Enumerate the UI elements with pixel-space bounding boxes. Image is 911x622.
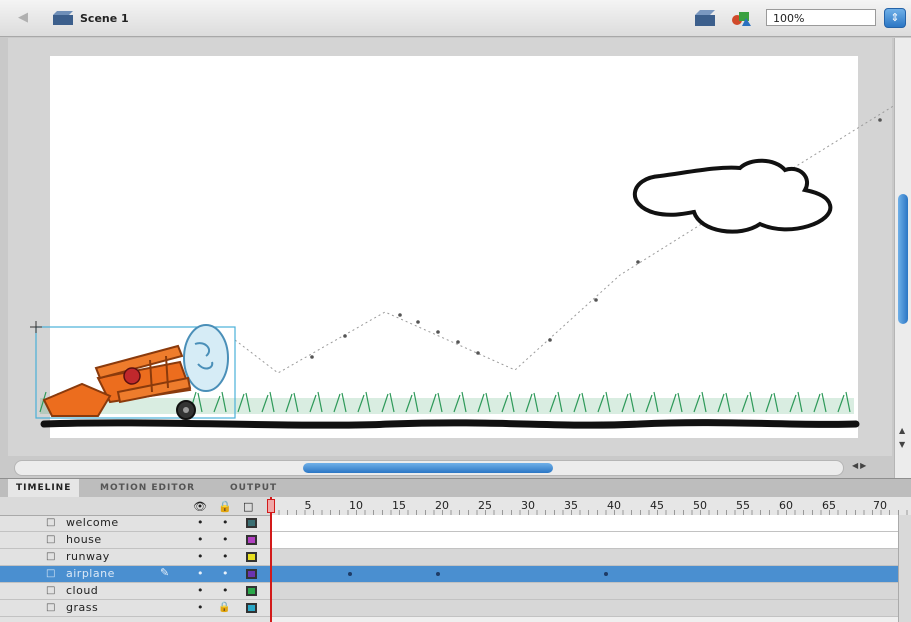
visibility-dot[interactable]: • <box>197 601 204 614</box>
layer-icon: □ <box>46 534 56 545</box>
layer-row-selected[interactable]: □ airplane ✎ • • <box>0 566 270 583</box>
tab-output[interactable]: OUTPUT <box>222 479 285 497</box>
layer-icon: □ <box>46 585 56 596</box>
motion-path-nodes <box>310 118 882 359</box>
layer-name: cloud <box>66 584 99 597</box>
frame-row[interactable] <box>270 583 898 600</box>
outline-color-swatch[interactable] <box>246 552 257 562</box>
horizontal-scroll-thumb[interactable] <box>303 463 553 473</box>
tab-timeline[interactable]: TIMELINE <box>8 479 80 497</box>
outline-color-swatch[interactable] <box>246 586 257 596</box>
lock-icon[interactable]: 🔒 <box>218 500 232 513</box>
layer-header: 👁 🔒 □ <box>0 497 270 516</box>
layer-name: house <box>66 533 102 546</box>
tab-motion-editor[interactable]: MOTION EDITOR <box>92 479 203 497</box>
layer-row[interactable]: □ runway • • <box>0 549 270 566</box>
frame-row[interactable] <box>270 532 898 549</box>
frame-row-selected[interactable] <box>270 566 898 583</box>
stage-artwork <box>30 104 896 429</box>
timeline-frames[interactable]: 5 10 15 20 25 30 35 40 45 50 55 60 65 70 <box>267 497 911 622</box>
visibility-dot[interactable]: • <box>197 550 204 563</box>
layer-row[interactable]: □ grass • 🔒 <box>0 600 270 617</box>
visibility-dot[interactable]: • <box>197 516 204 529</box>
layer-name: grass <box>66 601 99 614</box>
lock-dot[interactable]: • <box>222 516 229 529</box>
layer-list: 👁 🔒 □ □ welcome • • □ house • • □ runway… <box>0 497 270 622</box>
frame-ruler[interactable]: 5 10 15 20 25 30 35 40 45 50 55 60 65 70 <box>270 497 911 516</box>
lock-dot[interactable]: • <box>222 533 229 546</box>
layer-row[interactable]: □ welcome • • <box>0 515 270 532</box>
horizontal-scroll-arrows[interactable]: ◀▶ <box>852 461 868 470</box>
keyframe[interactable] <box>348 572 352 576</box>
frame-row[interactable] <box>270 515 898 532</box>
vertical-scroll-thumb[interactable] <box>898 194 908 324</box>
cloud-shape <box>633 158 833 234</box>
scroll-up-arrow-icon[interactable]: ▲ <box>899 426 905 435</box>
frame-row[interactable] <box>270 600 898 617</box>
frame-row[interactable] <box>270 549 898 566</box>
outline-color-swatch[interactable] <box>246 518 257 528</box>
vertical-scrollbar[interactable]: ▲ ▼ <box>894 38 911 478</box>
layer-name: airplane <box>66 567 115 580</box>
lock-dot[interactable]: • <box>222 550 229 563</box>
runway-line <box>40 419 860 429</box>
outline-color-swatch[interactable] <box>246 603 257 613</box>
outline-color-swatch[interactable] <box>246 535 257 545</box>
outline-color-swatch[interactable] <box>246 569 257 579</box>
layer-row[interactable]: □ house • • <box>0 532 270 549</box>
layer-icon: □ <box>46 551 56 562</box>
panel-tab-bar: TIMELINE MOTION EDITOR OUTPUT <box>0 478 911 498</box>
visibility-dot[interactable]: • <box>197 533 204 546</box>
layer-name: welcome <box>66 516 119 529</box>
layer-row[interactable]: □ cloud • • <box>0 583 270 600</box>
keyframe[interactable] <box>436 572 440 576</box>
motion-path <box>234 104 896 374</box>
lock-icon[interactable]: 🔒 <box>218 602 230 613</box>
visibility-dot[interactable]: • <box>197 567 204 580</box>
timeline-scrollbar[interactable] <box>898 515 911 622</box>
lock-dot[interactable]: • <box>222 567 229 580</box>
playhead-handle[interactable] <box>267 499 275 513</box>
horizontal-scrollbar[interactable] <box>14 460 844 476</box>
layer-icon: □ <box>46 568 56 579</box>
scroll-down-arrow-icon[interactable]: ▼ <box>899 440 905 449</box>
playhead[interactable] <box>267 497 275 622</box>
visibility-dot[interactable]: • <box>197 584 204 597</box>
pencil-icon: ✎ <box>160 566 170 579</box>
eye-icon[interactable]: 👁 <box>193 500 207 513</box>
layer-icon: □ <box>46 602 56 613</box>
layer-name: runway <box>66 550 110 563</box>
lock-dot[interactable]: • <box>222 584 229 597</box>
layer-icon: □ <box>46 517 56 528</box>
outline-icon[interactable]: □ <box>243 500 253 513</box>
keyframe[interactable] <box>604 572 608 576</box>
